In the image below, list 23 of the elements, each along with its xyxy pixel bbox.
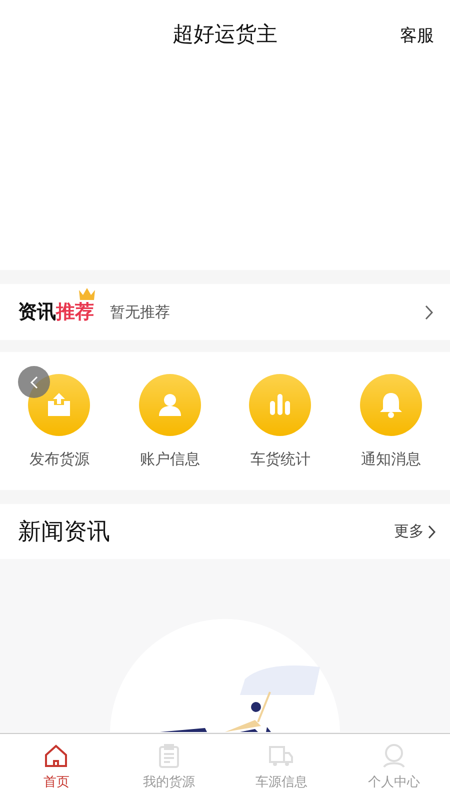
shortcut-label: 账户信息 — [140, 450, 200, 468]
tab-bar-item[interactable]: 个人中心 — [338, 734, 450, 800]
shortcut-label: 通知消息 — [360, 450, 421, 468]
previous-button[interactable] — [18, 366, 50, 398]
more-link[interactable]: 更多 — [394, 522, 436, 541]
shortcut-label: 发布货源 — [29, 450, 90, 468]
chevron-right-icon[interactable] — [425, 304, 434, 320]
crown-icon — [78, 287, 96, 301]
chevron-left-icon — [30, 376, 38, 388]
shortcut-label: 车货统计 — [250, 450, 310, 468]
app-title: 超好运货主 — [172, 21, 278, 48]
news-logo-text: 资讯 — [18, 300, 56, 325]
home-icon — [43, 743, 70, 769]
recommend-logo-text: 推荐 — [56, 300, 94, 325]
customer-service-link[interactable]: 客服 — [400, 24, 434, 47]
news-section-title: 新闻资讯 — [18, 518, 110, 547]
tab-bar-item[interactable]: 首页 — [0, 734, 112, 800]
tab-bar-item[interactable]: 车源信息 — [225, 734, 338, 800]
person-icon — [380, 743, 407, 769]
recommend-text: 暂无推荐 — [110, 302, 171, 322]
tab-bar-item[interactable]: 我的货源 — [112, 734, 225, 800]
chevron-right-icon — [428, 524, 436, 538]
truck-icon — [268, 743, 294, 769]
